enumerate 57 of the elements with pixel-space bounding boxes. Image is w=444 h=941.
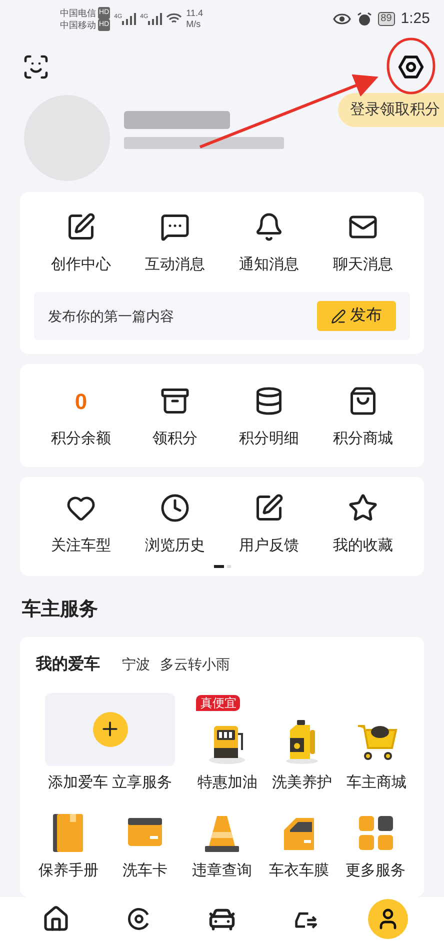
menu-label[interactable]: 车主商城	[346, 772, 407, 794]
battery-indicator: 89	[378, 12, 395, 26]
menu-label[interactable]: 积分余额	[51, 428, 111, 450]
scan-icon[interactable]	[22, 52, 50, 81]
menu-label[interactable]: 关注车型	[51, 534, 111, 557]
menu-label[interactable]: 用户反馈	[239, 534, 299, 557]
menu-label[interactable]: 洗美养护	[272, 772, 332, 794]
bell-icon	[254, 212, 284, 242]
publish-button[interactable]: 发布	[317, 301, 396, 331]
edit-icon	[254, 492, 284, 522]
card-title: 我的爱车	[36, 654, 100, 674]
menu-label[interactable]: 违章查询	[192, 860, 252, 882]
network-speed: 11.4	[186, 8, 204, 20]
annotation-ellipse	[386, 38, 436, 94]
add-car-tile[interactable]	[45, 692, 175, 766]
menu-label[interactable]: 积分商城	[333, 428, 393, 450]
menu-label[interactable]: 聊天消息	[333, 254, 393, 276]
box-icon	[160, 386, 190, 416]
star-icon	[348, 492, 378, 522]
wifi-icon	[166, 13, 182, 26]
city-name: 宁波	[122, 655, 150, 674]
menu-label[interactable]: 更多服务	[346, 860, 406, 882]
clock-time: 1:25	[400, 9, 430, 30]
speed-unit: M/s	[186, 19, 202, 30]
menu-label[interactable]: 浏览历史	[145, 534, 205, 557]
weather-text: 多云转小雨	[160, 655, 230, 674]
signal-icon	[148, 13, 162, 26]
menu-label[interactable]: 我的收藏	[333, 534, 393, 557]
clock-icon	[160, 492, 190, 522]
section-title: 车主服务	[22, 598, 99, 622]
login-tooltip[interactable]: 登录领取积分	[338, 92, 444, 128]
points-balance: 0	[74, 388, 88, 416]
signal-icon	[122, 13, 136, 26]
menu-label[interactable]: 通知消息	[239, 254, 299, 276]
home-icon	[42, 904, 70, 933]
menu-label[interactable]: 添加爱车 立享服务	[48, 772, 172, 794]
menu-label[interactable]: 领积分	[152, 428, 198, 450]
promo-badge: 真便宜	[196, 694, 240, 710]
alarm-icon	[356, 12, 372, 27]
menu-label[interactable]: 洗车卡	[122, 860, 168, 882]
carrier-name: 中国移动	[60, 19, 96, 32]
eye-icon	[332, 13, 351, 26]
carrier-name: 中国电信	[60, 7, 96, 20]
menu-label[interactable]: 积分明细	[239, 428, 299, 450]
add-icon	[92, 712, 128, 746]
publish-prompt: 发布你的第一篇内容	[48, 306, 174, 326]
menu-label[interactable]: 车衣车膜	[268, 860, 329, 882]
message-icon	[160, 212, 190, 242]
menu-label[interactable]: 创作中心	[51, 254, 111, 276]
shopping-bag-icon	[348, 386, 378, 416]
coin-stack-icon	[254, 386, 284, 416]
menu-label[interactable]: 保养手册	[38, 860, 98, 882]
menu-label[interactable]: 互动消息	[145, 254, 205, 276]
pen-icon	[331, 308, 346, 324]
nav-tab[interactable]	[368, 898, 408, 939]
menu-label[interactable]: 特惠加油	[197, 772, 258, 794]
edit-icon	[66, 212, 96, 242]
